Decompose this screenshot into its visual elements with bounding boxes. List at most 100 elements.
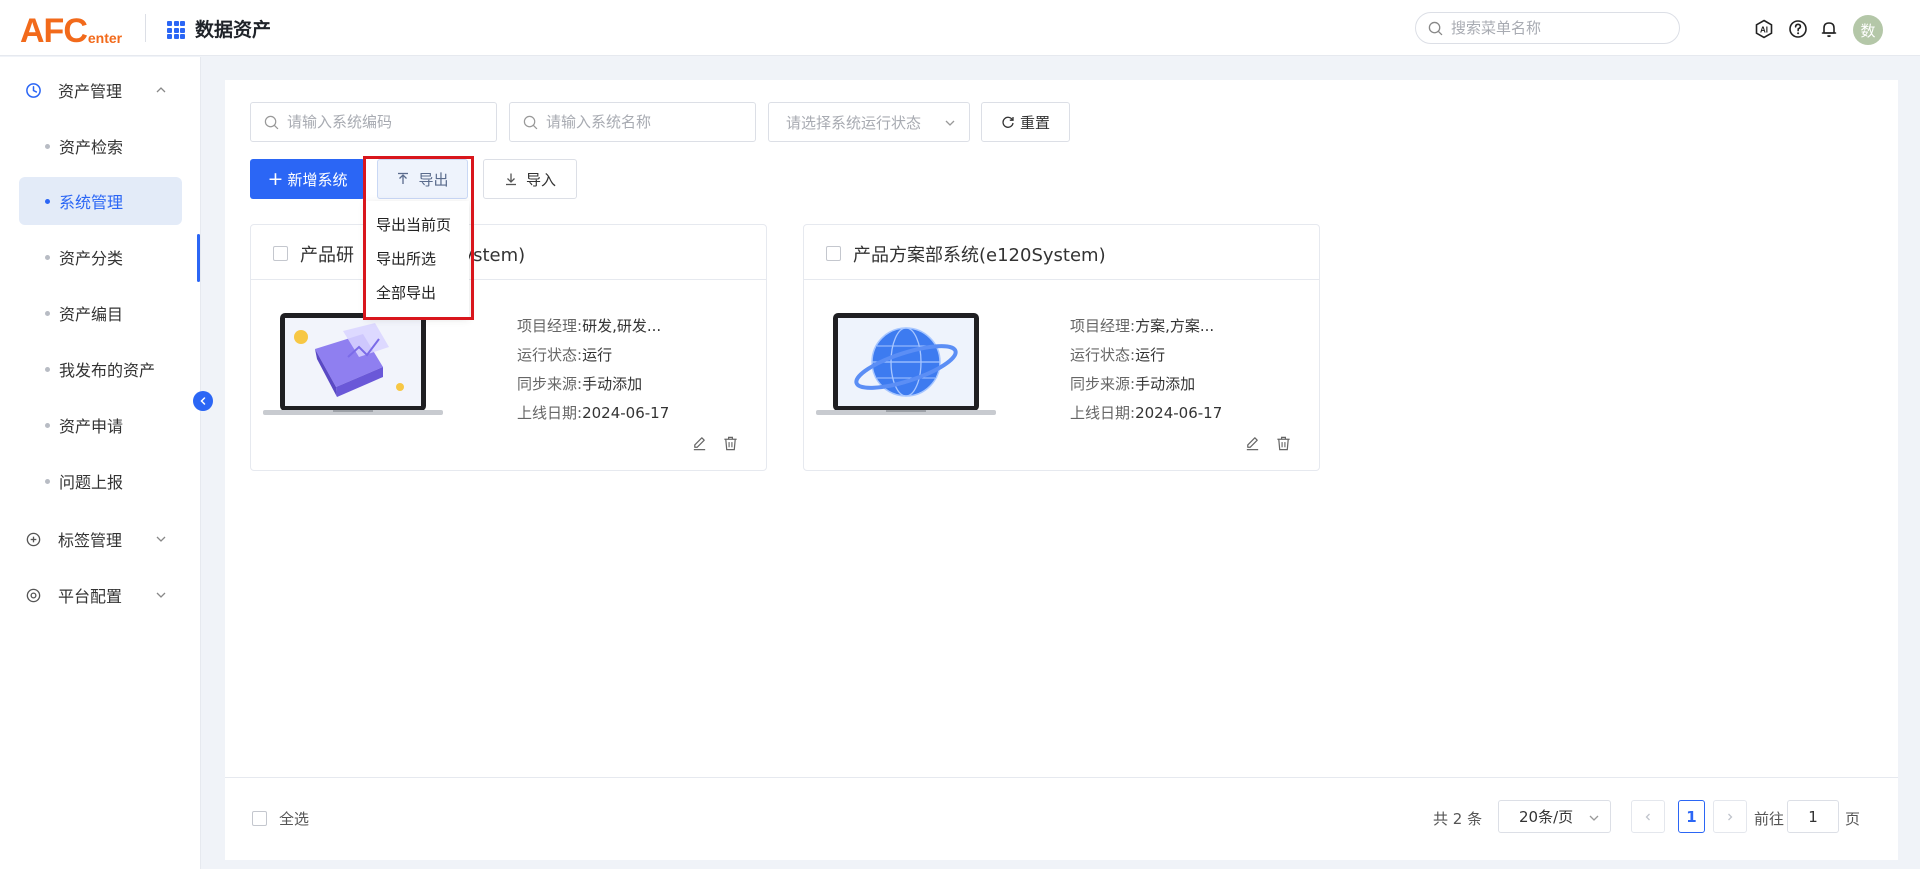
bullet-dot	[45, 478, 50, 484]
sidebar-item-asset-category[interactable]: 资产分类	[19, 233, 182, 281]
card-header: 产品研 System)	[251, 225, 766, 280]
meta-date: 上线日期:2024-06-17	[1070, 404, 1223, 422]
plus-icon: +	[267, 167, 284, 190]
chevron-left-icon	[200, 397, 206, 405]
plus-circle-icon	[26, 532, 41, 546]
edit-icon[interactable]	[691, 435, 708, 452]
goto-prefix: 前往	[1754, 810, 1785, 828]
sidebar-item-system-management[interactable]: 系统管理	[19, 177, 182, 225]
sidebar-group-tag-management[interactable]: 标签管理	[0, 519, 200, 559]
menu-search[interactable]	[1415, 12, 1680, 44]
meta-status: 运行状态:运行	[1070, 346, 1166, 364]
bullet-dot	[45, 198, 50, 204]
top-header: AFC enter 数据资产 AI 数	[0, 0, 1920, 56]
page-size-value: 20条/页	[1519, 808, 1574, 826]
edit-icon[interactable]	[1244, 435, 1261, 452]
system-status-select[interactable]: 请选择系统运行状态	[768, 102, 970, 142]
next-page-button[interactable]	[1713, 800, 1747, 833]
export-button[interactable]: 导出	[377, 159, 468, 199]
bullet-dot	[45, 366, 50, 372]
system-name-filter[interactable]	[509, 102, 756, 142]
bell-icon[interactable]	[1819, 19, 1839, 39]
checkbox-box	[252, 811, 267, 826]
system-card[interactable]: 产品研 System) 项目经理:研发,研发... 运行状态:运行 同步来源:手动…	[250, 224, 767, 471]
system-card[interactable]: 产品方案部系统(e120System) 项目经理:方案,方案... 运行状态:运…	[803, 224, 1320, 471]
help-icon[interactable]	[1788, 19, 1808, 39]
export-label: 导出	[418, 170, 449, 189]
sidebar-group-label: 资产管理	[58, 82, 123, 101]
chevron-down-icon	[156, 592, 166, 598]
sidebar: 资产管理 资产检索 系统管理 资产分类 资产编目 我发布的资产 资产申请 问题上…	[0, 57, 201, 869]
select-all-label: 全选	[279, 810, 310, 828]
sidebar-item-label: 资产检索	[59, 138, 124, 157]
main-panel: 请选择系统运行状态 重置 + 新增系统 导出 导入 导出当前页 导出所选 全部导…	[225, 80, 1898, 860]
import-button[interactable]: 导入	[483, 159, 577, 199]
prev-page-button[interactable]	[1631, 800, 1665, 833]
bullet-dot	[45, 310, 50, 316]
active-indicator	[197, 234, 200, 282]
upload-icon	[398, 172, 409, 184]
export-current-page-item[interactable]: 导出当前页	[366, 207, 469, 241]
sidebar-item-asset-catalog[interactable]: 资产编目	[19, 289, 182, 337]
system-code-input[interactable]	[287, 113, 477, 131]
user-avatar[interactable]: 数	[1853, 15, 1883, 45]
select-all-checkbox[interactable]: 全选	[252, 808, 309, 829]
afcenter-logo[interactable]: AFC enter	[20, 8, 122, 48]
sidebar-item-issue-report[interactable]: 问题上报	[19, 457, 182, 505]
sidebar-item-label: 资产申请	[59, 417, 124, 436]
sidebar-group-platform-config[interactable]: 平台配置	[0, 575, 200, 615]
list-footer: 全选 共 2 条 20条/页 1 前往 页	[225, 777, 1898, 860]
system-name-input[interactable]	[546, 113, 736, 131]
reset-button[interactable]: 重置	[981, 102, 1070, 142]
page-size-select[interactable]: 20条/页	[1498, 800, 1611, 833]
page-number-current[interactable]: 1	[1678, 800, 1705, 833]
svg-text:AI: AI	[1760, 26, 1768, 35]
meta-manager: 项目经理:方案,方案...	[1070, 317, 1215, 335]
header-divider	[145, 14, 146, 42]
meta-source: 同步来源:手动添加	[517, 375, 643, 393]
card-title: 产品方案部系统(e120System)	[853, 245, 1106, 266]
export-dropdown-menu: 导出当前页 导出所选 全部导出	[366, 201, 469, 317]
trash-icon[interactable]	[722, 435, 739, 452]
card-header: 产品方案部系统(e120System)	[804, 225, 1319, 280]
sidebar-group-asset-management[interactable]: 资产管理	[0, 70, 200, 110]
export-selected-item[interactable]: 导出所选	[366, 241, 469, 275]
sidebar-item-label: 我发布的资产	[59, 361, 156, 380]
chevron-down-icon	[1589, 815, 1599, 821]
card-checkbox[interactable]	[273, 246, 288, 261]
sidebar-collapse-button[interactable]	[193, 391, 213, 411]
sidebar-item-label: 系统管理	[59, 193, 124, 212]
add-system-button[interactable]: + 新增系统	[250, 159, 365, 199]
app-grid-icon[interactable]	[167, 21, 185, 39]
goto-page-input[interactable]	[1787, 800, 1839, 833]
add-system-label: 新增系统	[287, 170, 348, 189]
chevron-right-icon	[1728, 813, 1733, 820]
sidebar-item-asset-request[interactable]: 资产申请	[19, 401, 182, 449]
sidebar-item-label: 问题上报	[59, 473, 124, 492]
sidebar-item-my-published[interactable]: 我发布的资产	[19, 345, 182, 393]
refresh-icon	[1002, 116, 1014, 128]
trash-icon[interactable]	[1275, 435, 1292, 452]
reset-label: 重置	[1019, 113, 1050, 132]
sidebar-group-label: 标签管理	[58, 531, 123, 550]
chevron-up-icon	[156, 87, 166, 93]
sidebar-item-label: 资产分类	[59, 249, 124, 268]
search-icon	[264, 115, 279, 129]
status-select-placeholder: 请选择系统运行状态	[786, 113, 922, 132]
meta-status: 运行状态:运行	[517, 346, 613, 364]
ai-icon[interactable]: AI	[1754, 19, 1774, 39]
settings-icon	[26, 588, 41, 602]
clock-icon	[26, 82, 41, 98]
logo-main-text: AFC	[20, 12, 88, 50]
system-code-filter[interactable]	[250, 102, 497, 142]
menu-search-input[interactable]	[1451, 19, 1671, 37]
export-all-item[interactable]: 全部导出	[366, 275, 469, 309]
bullet-dot	[45, 143, 50, 149]
download-icon	[505, 173, 516, 186]
app-title: 数据资产	[195, 19, 272, 41]
card-checkbox[interactable]	[826, 246, 841, 261]
sidebar-item-asset-search[interactable]: 资产检索	[19, 122, 182, 170]
meta-manager: 项目经理:研发,研发...	[517, 317, 662, 335]
laptop-analytics-illustration	[263, 313, 443, 415]
goto-suffix: 页	[1845, 810, 1861, 828]
